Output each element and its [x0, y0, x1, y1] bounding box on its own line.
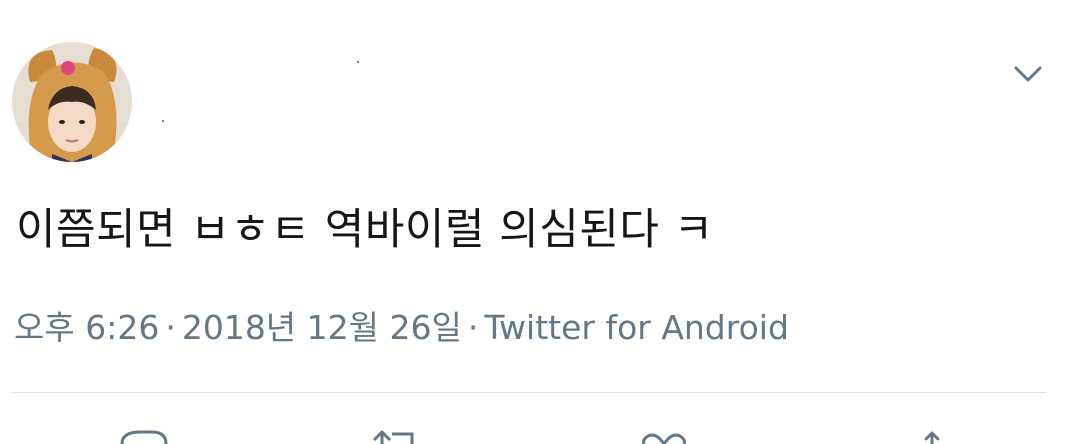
retweet-icon[interactable] [368, 424, 428, 444]
reply-icon[interactable] [116, 424, 176, 444]
tweet-time: 오후 6:26 [14, 308, 160, 347]
tweet-text: 이쯤되면 ㅂㅎㅌ 역바이럴 의심된다 ㅋ [16, 205, 714, 255]
meta-separator: · [467, 308, 479, 347]
avatar-image [12, 42, 132, 162]
image-artifact [357, 61, 359, 63]
chevron-down-icon[interactable] [1010, 58, 1046, 90]
tweet-source-link[interactable]: Twitter for Android [484, 308, 789, 347]
meta-separator: · [165, 308, 176, 347]
avatar[interactable] [12, 42, 132, 162]
image-artifact [162, 120, 164, 122]
like-icon[interactable] [634, 424, 694, 444]
tweet-date: 2018년 12월 26일 [181, 308, 462, 347]
tweet-meta: 오후 6:26 · 2018년 12월 26일 · Twitter for Androi… [14, 306, 789, 350]
share-icon[interactable] [902, 424, 962, 444]
divider [12, 392, 1046, 393]
